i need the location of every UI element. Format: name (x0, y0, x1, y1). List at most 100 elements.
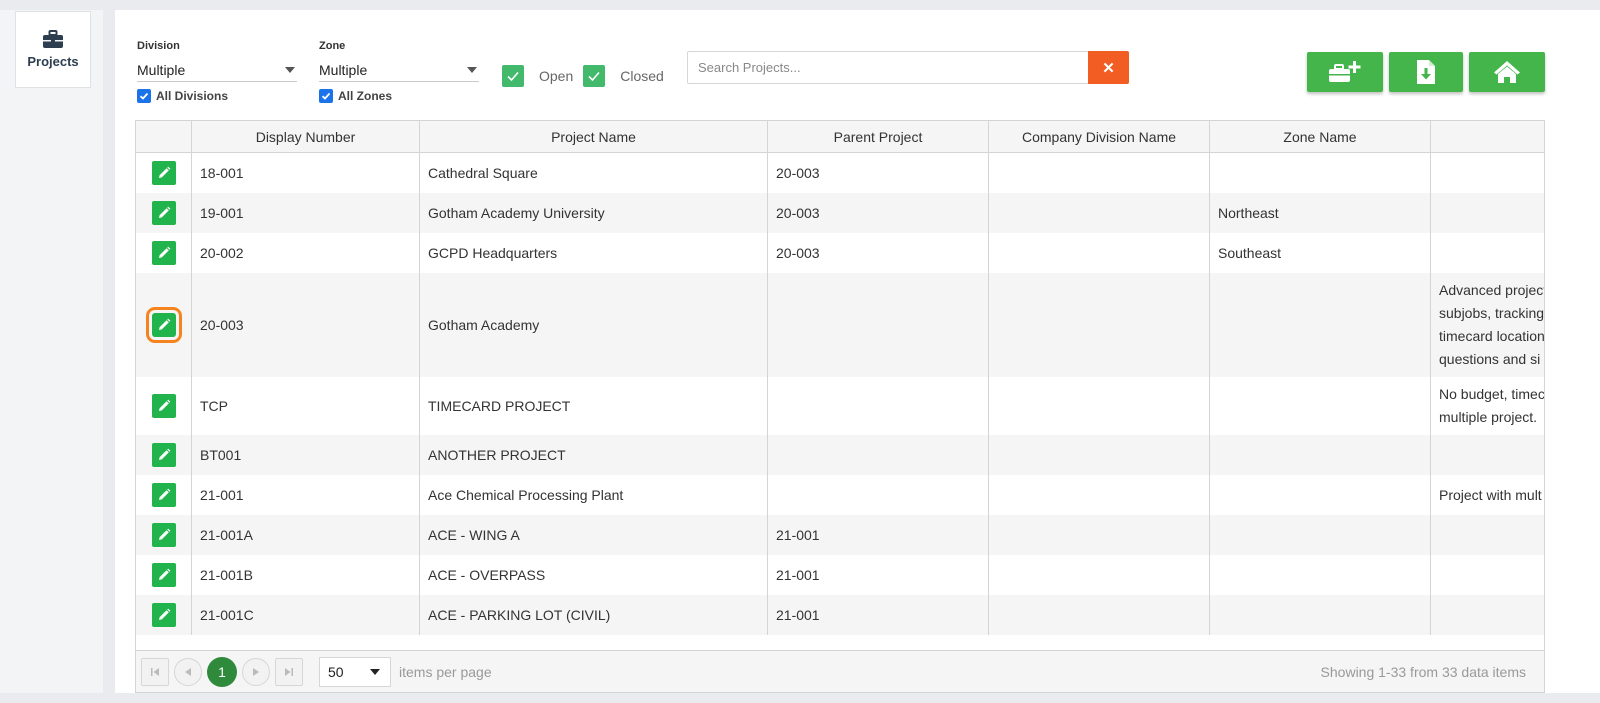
cell-edit (136, 435, 192, 475)
cell-description: Advanced project with subjobs, tracking … (1431, 273, 1544, 377)
edit-project-button[interactable] (151, 443, 176, 467)
current-page-button[interactable]: 1 (207, 656, 237, 687)
all-divisions-checkbox[interactable] (137, 89, 151, 103)
table-row[interactable]: TCPTIMECARD PROJECT No budget, timecard m… (136, 377, 1544, 435)
cell-parent-project: 20-003 (768, 193, 989, 233)
cell-zone-name: Southeast (1210, 233, 1431, 273)
edit-project-button[interactable] (151, 483, 176, 507)
cell-project-name: ACE - OVERPASS (420, 555, 768, 595)
cell-description: No budget, timecard multiple project. (1431, 377, 1544, 435)
cell-company-division (989, 233, 1210, 273)
cell-project-name: ACE - WING A (420, 515, 768, 555)
cell-parent-project (768, 273, 989, 377)
division-filter: Division Multiple All Divisions (137, 40, 297, 103)
table-row[interactable]: 21-001A ACE - WING A 21-001 (136, 515, 1544, 555)
cell-zone-name: Northeast (1210, 193, 1431, 233)
sidebar-item-projects[interactable]: Projects (15, 11, 91, 88)
edit-project-button[interactable] (145, 307, 182, 343)
cell-description (1431, 153, 1544, 193)
cell-display-number: 21-001C (192, 595, 420, 635)
home-icon (1494, 61, 1520, 83)
table-row[interactable]: 18-001 Cathedral Square 20-003 (136, 153, 1544, 193)
cell-project-name: Ace Chemical Processing Plant (420, 475, 768, 515)
cell-display-number: 18-001 (192, 153, 420, 193)
page-size-select[interactable]: 50 (319, 656, 391, 687)
next-page-button[interactable] (242, 657, 270, 686)
home-button[interactable] (1469, 52, 1545, 92)
cell-description: Project with mult (1431, 475, 1544, 515)
pencil-icon (158, 318, 170, 330)
column-header-parent-project[interactable]: Parent Project (768, 121, 989, 153)
cell-company-division (989, 273, 1210, 377)
edit-project-button[interactable] (151, 161, 176, 185)
cell-edit (136, 193, 192, 233)
cell-project-name: Gotham Academy (420, 273, 768, 377)
check-icon (588, 71, 600, 82)
table-row[interactable]: 21-001 Ace Chemical Processing Plant Proje… (136, 475, 1544, 515)
cell-edit (136, 515, 192, 555)
table-row[interactable]: 21-001B ACE - OVERPASS 21-001 (136, 555, 1544, 595)
edit-project-button[interactable] (151, 563, 176, 587)
edit-project-button[interactable] (151, 394, 176, 418)
division-select[interactable]: Multiple (137, 58, 297, 82)
pencil-icon (158, 608, 170, 620)
prev-page-button[interactable] (174, 657, 202, 686)
cell-description (1431, 555, 1544, 595)
cell-parent-project: 21-001 (768, 595, 989, 635)
table-row[interactable]: 20-003Gotham Academy Advanced project wit… (136, 273, 1544, 377)
cell-project-name: ANOTHER PROJECT (420, 435, 768, 475)
column-header-display-number[interactable]: Display Number (192, 121, 420, 153)
column-header-description[interactable]: D (1431, 121, 1544, 153)
cell-description (1431, 193, 1544, 233)
cell-display-number: 20-002 (192, 233, 420, 273)
grid-header: Display Number Project Name Parent Proje… (136, 121, 1544, 153)
status-filter: Open Closed (502, 65, 674, 87)
first-page-button[interactable] (141, 657, 169, 686)
add-project-button[interactable] (1307, 52, 1383, 92)
table-row[interactable]: BT001 ANOTHER PROJECT (136, 435, 1544, 475)
cell-company-division (989, 153, 1210, 193)
table-row[interactable]: 21-001C ACE - PARKING LOT (CIVIL) 21-001 (136, 595, 1544, 635)
column-header-project-name[interactable]: Project Name (420, 121, 768, 153)
zone-select[interactable]: Multiple (319, 58, 479, 82)
cell-edit (136, 273, 192, 377)
closed-checkbox[interactable] (583, 65, 606, 87)
last-page-button[interactable] (275, 657, 303, 686)
chevron-down-icon (285, 66, 295, 73)
cell-project-name: TIMECARD PROJECT (420, 377, 768, 435)
sidebar-item-label: Projects (27, 54, 79, 69)
edit-project-button[interactable] (151, 201, 176, 225)
pencil-icon (158, 528, 170, 540)
closed-label: Closed (620, 68, 664, 84)
pencil-icon (158, 399, 170, 411)
cell-company-division (989, 475, 1210, 515)
cell-parent-project: 21-001 (768, 515, 989, 555)
sidebar: Projects (0, 10, 103, 693)
page-size-value: 50 (328, 663, 344, 680)
cell-zone-name (1210, 435, 1431, 475)
briefcase-icon (43, 30, 63, 48)
prev-page-icon (185, 667, 191, 676)
all-zones-checkbox[interactable] (319, 89, 333, 103)
cell-parent-project: 20-003 (768, 153, 989, 193)
search-clear-button[interactable]: ✕ (1088, 51, 1129, 84)
search-input[interactable] (687, 51, 1089, 84)
cell-parent-project (768, 435, 989, 475)
last-page-icon (285, 667, 293, 676)
export-button[interactable] (1389, 52, 1463, 92)
edit-project-button[interactable] (151, 241, 176, 265)
edit-project-button[interactable] (151, 523, 176, 547)
open-label: Open (539, 68, 574, 84)
cell-edit (136, 475, 192, 515)
all-divisions-label: All Divisions (156, 89, 229, 103)
column-header-zone-name[interactable]: Zone Name (1210, 121, 1431, 153)
table-row[interactable]: 20-002 GCPD Headquarters 20-003 Southeast (136, 233, 1544, 273)
grid-body: 18-001 Cathedral Square 20-003 19-001 Gotham… (136, 153, 1544, 635)
edit-project-button[interactable] (151, 603, 176, 627)
column-header-company-division-name[interactable]: Company Division Name (989, 121, 1210, 153)
table-row[interactable]: 19-001 Gotham Academy University 20-003 Nor… (136, 193, 1544, 233)
cell-zone-name (1210, 377, 1431, 435)
zone-label: Zone (319, 40, 346, 52)
open-checkbox[interactable] (502, 65, 524, 87)
cell-display-number: 20-003 (192, 273, 420, 377)
